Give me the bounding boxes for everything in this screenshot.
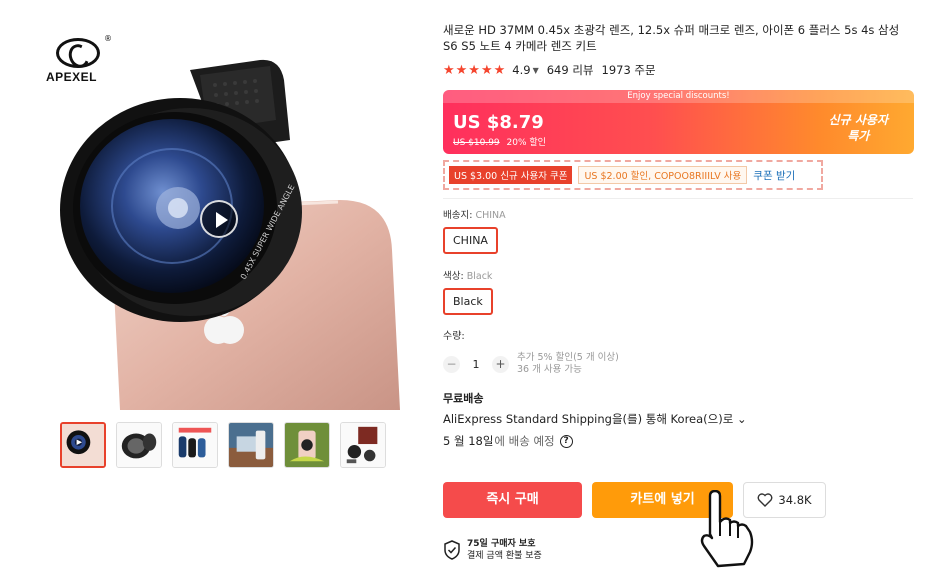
buyer-protection: 75일 구매자 보호 결제 금액 환불 보증: [443, 538, 542, 562]
buyer-protection-text: 75일 구매자 보호 결제 금액 환불 보증: [467, 538, 542, 562]
color-label-text: 색상:: [443, 271, 464, 282]
quantity-label: 수량:: [443, 331, 465, 342]
rating-row: ★★★★★ 4.9 ▼ 649 리뷰 1973 주문: [443, 62, 918, 78]
action-buttons: 즉시 구매 카트에 넣기 34.8K: [443, 482, 826, 518]
quantity-input[interactable]: 1: [460, 358, 492, 371]
original-price: US $10.99: [453, 138, 500, 148]
thumbnail-1[interactable]: [60, 422, 106, 468]
shield-check-icon: [444, 540, 460, 560]
hand-pointer-cursor-icon: [700, 490, 754, 568]
divider: [443, 198, 913, 199]
product-details: 새로운 HD 37MM 0.45x 초광각 렌즈, 12.5x 슈퍼 매크로 렌…: [443, 22, 918, 561]
rating-dropdown-icon[interactable]: ▼: [533, 66, 539, 75]
rating-stars: ★★★★★: [443, 62, 507, 78]
ship-from-selected: CHINA: [475, 210, 506, 221]
price-banner: Enjoy special discounts! US $8.79 US $10…: [443, 90, 914, 154]
quantity-info: 추가 5% 할인(5 개 이상) 36 개 사용 가능: [517, 352, 619, 376]
free-shipping-title: 무료배송: [443, 392, 484, 405]
discount-percent: 20% 할인: [506, 138, 546, 148]
shipping-dropdown-icon[interactable]: ⌄: [737, 412, 747, 426]
new-user-coupon[interactable]: US $3.00 신규 사용자 쿠폰: [449, 166, 573, 184]
shipping-method-text[interactable]: AliExpress Standard Shipping을(를) 통해 Kore…: [443, 412, 733, 426]
review-count[interactable]: 649 리뷰: [547, 62, 594, 78]
stock-available: 36 개 사용 가능: [517, 364, 582, 375]
thumbnail-strip: [60, 422, 386, 468]
quantity-plus-button[interactable]: +: [492, 355, 509, 373]
new-user-deal-tag: 신규 사용자 특가: [829, 112, 888, 144]
bulk-discount-note: 추가 5% 할인(5 개 이상): [517, 352, 619, 363]
brand-registered-mark: ®: [104, 34, 112, 43]
quantity-minus-button[interactable]: −: [443, 355, 460, 373]
thumbnail-5[interactable]: [284, 422, 330, 468]
delivery-date: 5 월 18일: [443, 434, 494, 448]
get-coupon-link[interactable]: 쿠폰 받기: [753, 168, 795, 183]
product-gallery: 0.45X SUPER WIDE ANGLE ® APEXEL: [40, 30, 410, 470]
buyer-protection-title: 75일 구매자 보호: [467, 539, 536, 549]
product-title: 새로운 HD 37MM 0.45x 초광각 렌즈, 12.5x 슈퍼 매크로 렌…: [443, 23, 900, 53]
ship-from-label: 배송지: CHINA: [443, 207, 918, 221]
current-price: US $8.79: [453, 112, 544, 133]
code-coupon[interactable]: US $2.00 할인, COPOO8RIIILV 사용: [578, 166, 748, 184]
coupon-row: US $3.00 신규 사용자 쿠폰 US $2.00 할인, COPOO8RI…: [443, 160, 823, 190]
color-label: 색상: Black: [443, 268, 918, 282]
ship-from-option-china[interactable]: CHINA: [443, 227, 498, 254]
quantity-stepper: − 1 + 추가 5% 할인(5 개 이상) 36 개 사용 가능: [443, 352, 918, 376]
new-user-deal-line2: 특가: [847, 129, 870, 143]
order-count: 1973 주문: [601, 63, 656, 77]
apexel-logo-mark: [56, 38, 100, 68]
wishlist-count: 34.8K: [778, 493, 812, 507]
thumbnail-4[interactable]: [228, 422, 274, 468]
new-user-deal-line1: 신규 사용자: [828, 113, 888, 127]
brand-name: APEXEL: [46, 70, 98, 84]
brand-logo: ® APEXEL: [46, 34, 116, 86]
help-icon[interactable]: ?: [559, 434, 573, 448]
shipping-method[interactable]: AliExpress Standard Shipping을(를) 통해 Kore…: [443, 411, 918, 427]
thumbnail-6[interactable]: [340, 422, 386, 468]
thumbnail-3[interactable]: [172, 422, 218, 468]
original-price-row: US $10.99 20% 할인: [453, 135, 546, 148]
buyer-protection-subtitle: 결제 금액 환불 보증: [467, 551, 542, 561]
delivery-estimate: 5 월 18일 에 배송 예정 ?: [443, 433, 918, 449]
thumbnail-2[interactable]: [116, 422, 162, 468]
video-play-icon[interactable]: [200, 200, 238, 238]
color-option-black[interactable]: Black: [443, 288, 493, 315]
ship-from-label-text: 배송지:: [443, 210, 473, 221]
delivery-suffix: 에 배송 예정: [494, 434, 555, 448]
rating-value[interactable]: 4.9: [512, 63, 530, 77]
promo-strip: Enjoy special discounts!: [443, 90, 914, 103]
color-selected: Black: [466, 271, 493, 282]
buy-now-button[interactable]: 즉시 구매: [443, 482, 582, 518]
